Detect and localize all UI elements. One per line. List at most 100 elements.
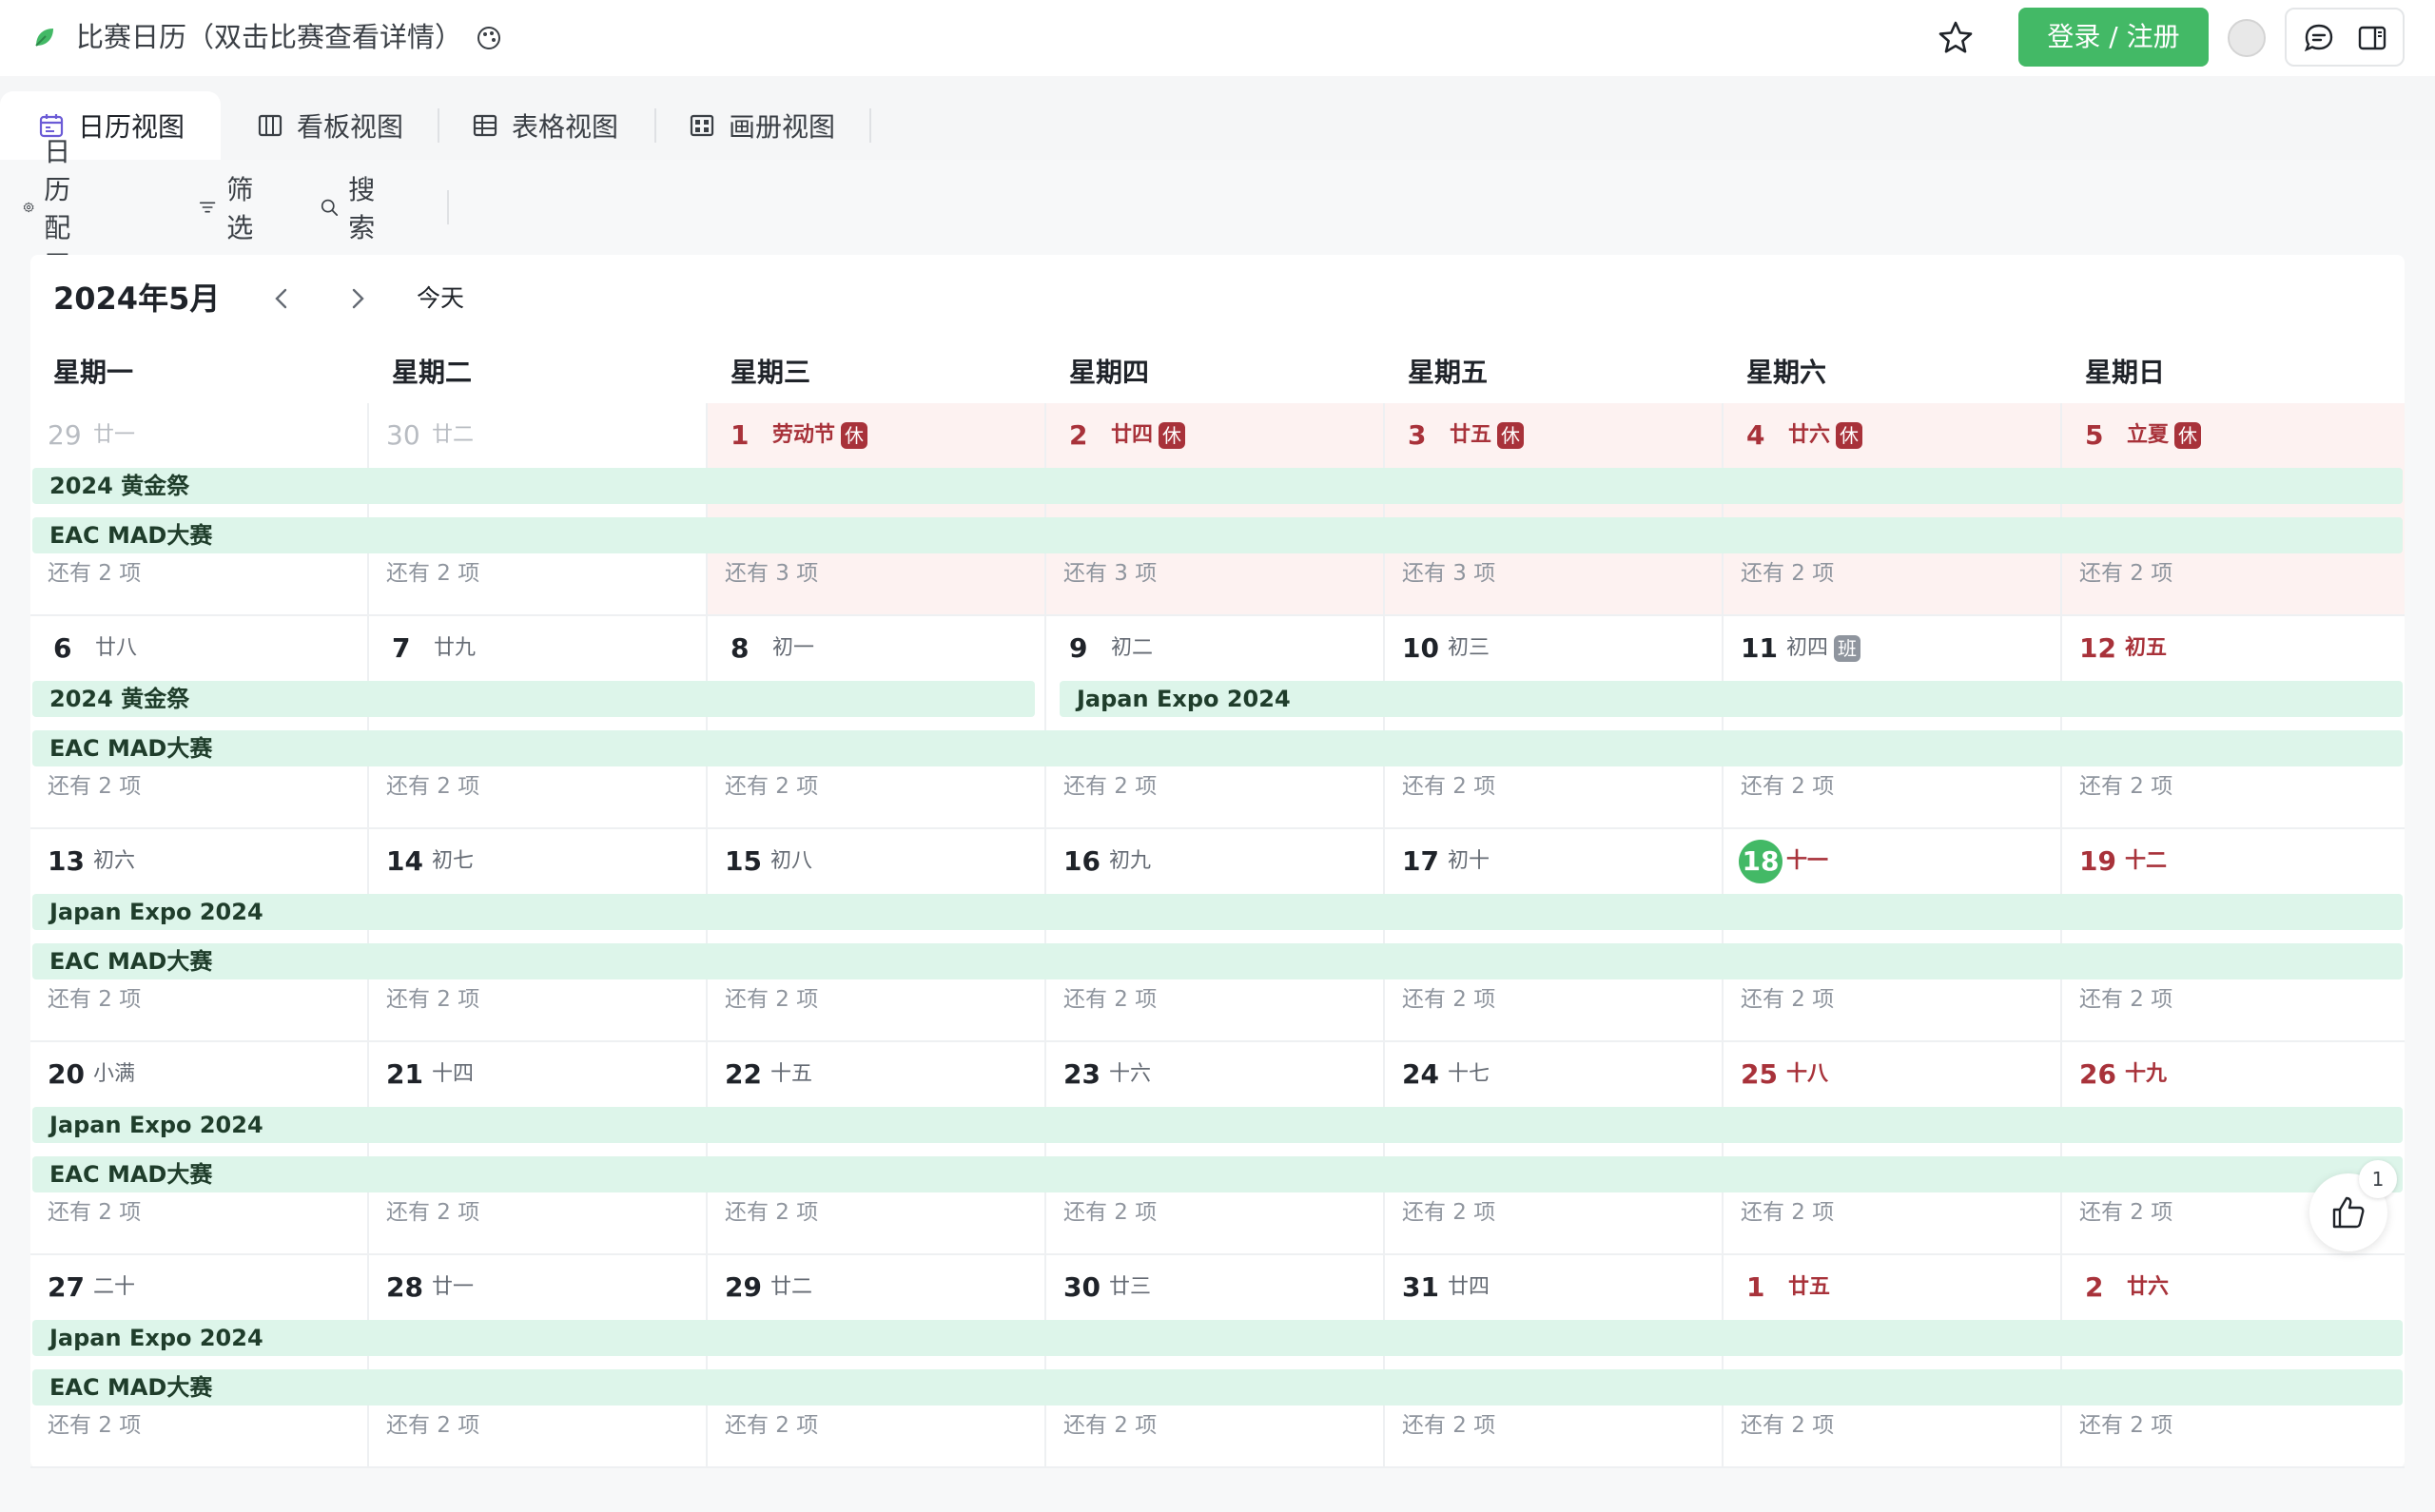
event-bar[interactable]: 2024 黄金祭 [32, 681, 1035, 717]
day-cell[interactable]: 23 十六 还有 2 项 [1046, 1042, 1385, 1255]
day-cell[interactable]: 2 廿六 还有 2 项 [2062, 1255, 2405, 1468]
more-items-link[interactable]: 还有 2 项 [1063, 770, 1157, 803]
lunar-date: 十四 [432, 1062, 475, 1086]
day-cell[interactable]: 17 初十 还有 2 项 [1385, 829, 1724, 1042]
day-cell[interactable]: 14 初七 还有 2 项 [369, 829, 708, 1042]
day-cell[interactable]: 8 初一 还有 2 项 [708, 616, 1046, 829]
day-cell[interactable]: 16 初九 还有 2 项 [1046, 829, 1385, 1042]
event-bar[interactable]: Japan Expo 2024 [32, 1320, 2403, 1356]
day-cell[interactable]: 13 初六 还有 2 项 [30, 829, 369, 1042]
side-panel-icon[interactable] [2355, 21, 2389, 55]
more-items-link[interactable]: 还有 2 项 [1063, 1409, 1157, 1442]
login-register-button[interactable]: 登录 / 注册 [2018, 8, 2209, 67]
more-items-link[interactable]: 还有 2 项 [386, 1196, 479, 1229]
avatar[interactable] [2228, 19, 2266, 57]
day-cell[interactable]: 6 廿八 还有 2 项 [30, 616, 369, 829]
event-bar[interactable]: EAC MAD大赛 [32, 1156, 2403, 1192]
event-bar[interactable]: Japan Expo 2024 [32, 1107, 2403, 1143]
tab-gallery-view[interactable]: 画册视图 [689, 91, 835, 160]
today-button[interactable]: 今天 [417, 280, 464, 318]
palette-icon[interactable] [476, 25, 502, 51]
more-items-link[interactable]: 还有 2 项 [1402, 1196, 1495, 1229]
day-cell[interactable]: 9 初二 还有 2 项 [1046, 616, 1385, 829]
day-cell[interactable]: 20 小满 还有 2 项 [30, 1042, 369, 1255]
more-items-link[interactable]: 还有 3 项 [725, 557, 818, 590]
day-cell[interactable]: 5 立夏休还有 2 项 [2062, 403, 2405, 616]
more-items-link[interactable]: 还有 2 项 [1741, 1409, 1834, 1442]
day-cell[interactable]: 11 初四班还有 2 项 [1724, 616, 2062, 829]
more-items-link[interactable]: 还有 2 项 [386, 557, 479, 590]
lunar-date: 初九 [1109, 849, 1152, 873]
day-cell[interactable]: 22 十五 还有 2 项 [708, 1042, 1046, 1255]
more-items-link[interactable]: 还有 2 项 [48, 1409, 141, 1442]
event-bar[interactable]: EAC MAD大赛 [32, 943, 2403, 979]
day-cell[interactable]: 15 初八 还有 2 项 [708, 829, 1046, 1042]
day-cell[interactable]: 12 初五 还有 2 项 [2062, 616, 2405, 829]
more-items-link[interactable]: 还有 3 项 [1063, 557, 1157, 590]
tab-calendar-view[interactable]: 日历视图 [0, 91, 221, 160]
day-cell[interactable]: 29 廿一 还有 2 项 [30, 403, 369, 616]
event-bar[interactable]: 2024 黄金祭 [32, 468, 2403, 504]
comment-icon[interactable] [2302, 21, 2336, 55]
day-cell[interactable]: 10 初三 还有 2 项 [1385, 616, 1724, 829]
more-items-link[interactable]: 还有 2 项 [2079, 770, 2172, 803]
day-cell[interactable]: 18 十一 还有 2 项 [1724, 829, 2062, 1042]
more-items-link[interactable]: 还有 2 项 [725, 1409, 818, 1442]
more-items-link[interactable]: 还有 2 项 [2079, 983, 2172, 1016]
more-items-link[interactable]: 还有 2 项 [725, 1196, 818, 1229]
more-items-link[interactable]: 还有 2 项 [48, 1196, 141, 1229]
day-cell[interactable]: 29 廿二 还有 2 项 [708, 1255, 1046, 1468]
event-bar[interactable]: Japan Expo 2024 [32, 894, 2403, 930]
day-cell[interactable]: 30 廿二 还有 2 项 [369, 403, 708, 616]
calendar-config-button[interactable]: 日历配置 [23, 136, 88, 281]
more-items-link[interactable]: 还有 2 项 [725, 770, 818, 803]
chevron-left-icon[interactable] [264, 281, 299, 316]
more-items-link[interactable]: 还有 2 项 [1741, 770, 1834, 803]
more-items-link[interactable]: 还有 2 项 [1741, 983, 1834, 1016]
filter-button[interactable]: 筛选 [198, 174, 263, 243]
more-items-link[interactable]: 还有 3 项 [1402, 557, 1495, 590]
day-cell[interactable]: 7 廿九 还有 2 项 [369, 616, 708, 829]
more-items-link[interactable]: 还有 2 项 [48, 983, 141, 1016]
day-cell[interactable]: 30 廿三 还有 2 项 [1046, 1255, 1385, 1468]
tab-table-view[interactable]: 表格视图 [472, 91, 618, 160]
more-items-link[interactable]: 还有 2 项 [2079, 1196, 2172, 1229]
search-button[interactable]: 搜索 [320, 174, 384, 243]
day-cell[interactable]: 27 二十 还有 2 项 [30, 1255, 369, 1468]
more-items-link[interactable]: 还有 2 项 [48, 557, 141, 590]
more-items-link[interactable]: 还有 2 项 [1402, 1409, 1495, 1442]
event-bar[interactable]: EAC MAD大赛 [32, 517, 2403, 553]
day-cell[interactable]: 2 廿四休还有 3 项 [1046, 403, 1385, 616]
more-items-link[interactable]: 还有 2 项 [1402, 770, 1495, 803]
more-items-link[interactable]: 还有 2 项 [386, 983, 479, 1016]
more-items-link[interactable]: 还有 2 项 [1741, 557, 1834, 590]
more-items-link[interactable]: 还有 2 项 [2079, 557, 2172, 590]
chevron-right-icon[interactable] [341, 281, 375, 316]
day-cell[interactable]: 21 十四 还有 2 项 [369, 1042, 708, 1255]
day-cell[interactable]: 31 廿四 还有 2 项 [1385, 1255, 1724, 1468]
more-items-link[interactable]: 还有 2 项 [725, 983, 818, 1016]
more-items-link[interactable]: 还有 2 项 [2079, 1409, 2172, 1442]
more-items-link[interactable]: 还有 2 项 [1402, 983, 1495, 1016]
day-cell[interactable]: 4 廿六休还有 2 项 [1724, 403, 2062, 616]
more-items-link[interactable]: 还有 2 项 [386, 770, 479, 803]
day-cell[interactable]: 28 廿一 还有 2 项 [369, 1255, 708, 1468]
top-icon-group [2285, 8, 2405, 67]
event-bar[interactable]: EAC MAD大赛 [32, 730, 2403, 766]
day-cell[interactable]: 3 廿五休还有 3 项 [1385, 403, 1724, 616]
event-bar[interactable]: Japan Expo 2024 [1060, 681, 2403, 717]
day-cell[interactable]: 19 十二 还有 2 项 [2062, 829, 2405, 1042]
tab-kanban-view[interactable]: 看板视图 [257, 91, 403, 160]
day-number: 5 [2085, 419, 2104, 451]
more-items-link[interactable]: 还有 2 项 [1063, 1196, 1157, 1229]
more-items-link[interactable]: 还有 2 项 [1063, 983, 1157, 1016]
event-bar[interactable]: EAC MAD大赛 [32, 1369, 2403, 1405]
day-cell[interactable]: 1 廿五 还有 2 项 [1724, 1255, 2062, 1468]
day-cell[interactable]: 1 劳动节休还有 3 项 [708, 403, 1046, 616]
day-cell[interactable]: 25 十八 还有 2 项 [1724, 1042, 2062, 1255]
day-cell[interactable]: 24 十七 还有 2 项 [1385, 1042, 1724, 1255]
more-items-link[interactable]: 还有 2 项 [1741, 1196, 1834, 1229]
more-items-link[interactable]: 还有 2 项 [386, 1409, 479, 1442]
more-items-link[interactable]: 还有 2 项 [48, 770, 141, 803]
star-icon[interactable] [1937, 19, 1975, 57]
